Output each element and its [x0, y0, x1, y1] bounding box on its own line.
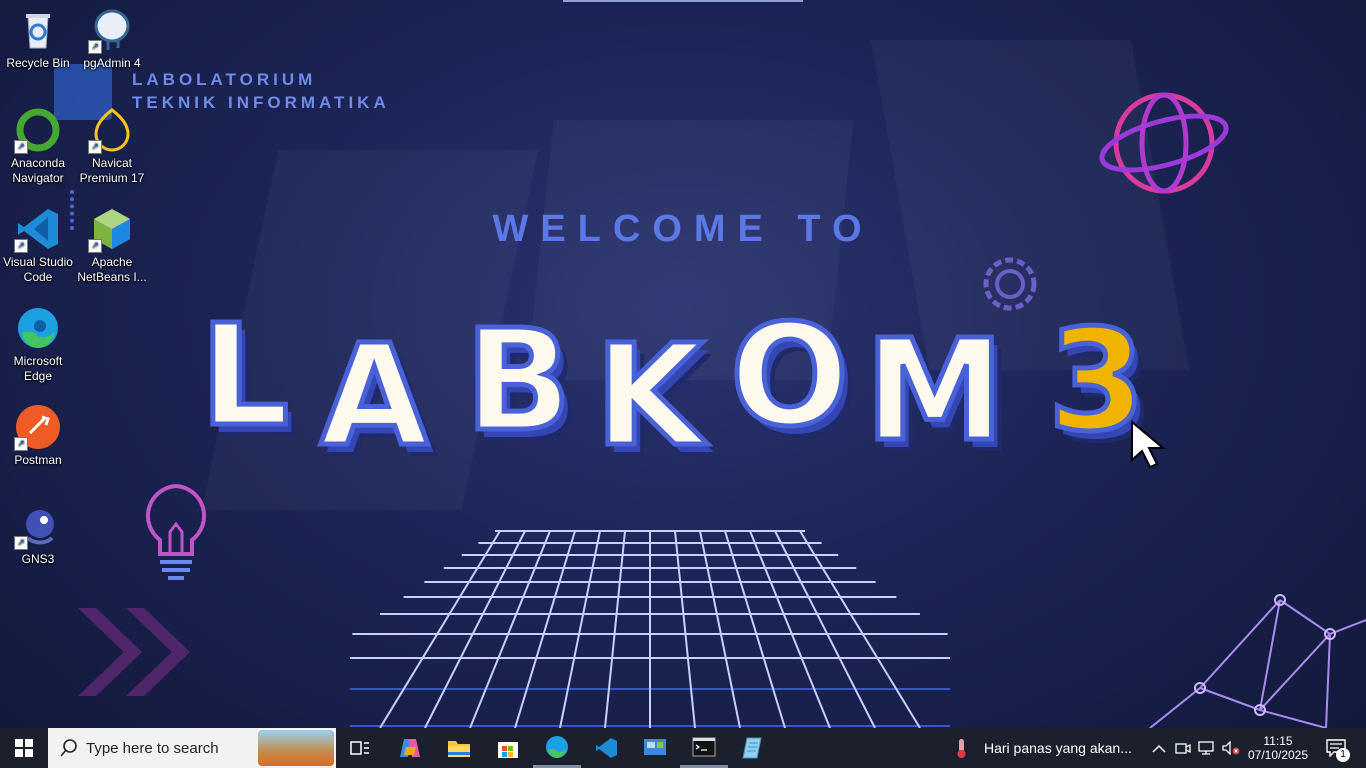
desktop-icon-label: Recycle Bin	[6, 56, 70, 70]
terminal-taskbar-button[interactable]	[680, 728, 728, 768]
clock[interactable]: 11:15 07/10/2025	[1244, 728, 1312, 768]
clock-time: 11:15	[1263, 734, 1293, 748]
file-explorer-button[interactable]	[435, 728, 483, 768]
edge-icon	[546, 735, 568, 758]
camera-icon	[1175, 743, 1191, 754]
letter-l: L	[197, 293, 291, 461]
grid-floor-decoration	[350, 530, 950, 728]
search-box[interactable]: Type here to search	[48, 728, 336, 768]
letter-b: B	[463, 298, 575, 466]
desktop-icon-gns3[interactable]: ↗ GNS3	[0, 502, 76, 567]
desktop-icon-navicat[interactable]: ↗ Navicat Premium 17	[74, 106, 150, 186]
meet-now-button[interactable]	[1172, 728, 1194, 768]
volume-muted-icon	[1222, 741, 1240, 755]
task-view-button[interactable]	[338, 728, 382, 768]
weather-text: Hari panas yang akan...	[984, 740, 1132, 756]
letter-a: A	[317, 313, 430, 481]
labkom-title: L A B K O M 3	[197, 293, 1180, 481]
shortcut-arrow-icon: ↗	[14, 437, 28, 451]
mouse-cursor-icon	[1131, 420, 1166, 469]
terminal-icon	[692, 737, 716, 756]
windows-logo-icon	[15, 739, 33, 757]
desktop-icon-postman[interactable]: ↗ Postman	[0, 403, 76, 468]
notepad-taskbar-button[interactable]	[729, 728, 777, 768]
show-hidden-icons-button[interactable]	[1148, 728, 1170, 768]
search-placeholder: Type here to search	[86, 739, 219, 757]
file-explorer-icon	[448, 741, 470, 757]
volume-button[interactable]	[1220, 728, 1242, 768]
letter-o: O	[727, 293, 851, 461]
copilot-icon	[400, 739, 420, 757]
top-accent-line	[563, 0, 803, 2]
welcome-heading: WELCOME TO	[492, 208, 874, 250]
desktop-icon-label: Postman	[14, 453, 62, 467]
globe-icon	[1099, 92, 1229, 194]
recycle-bin-icon	[14, 6, 62, 54]
search-icon	[60, 739, 77, 757]
start-button[interactable]	[0, 728, 48, 768]
desktop-icon-label: GNS3	[21, 552, 55, 566]
microsoft-store-button[interactable]	[484, 728, 532, 768]
shortcut-arrow-icon: ↗	[14, 140, 28, 154]
network-decoration	[1149, 594, 1366, 728]
lab-title-line2: TEKNIK INFORMATIKA	[132, 93, 390, 112]
thermometer-icon	[957, 739, 966, 758]
desktop-icon-anaconda[interactable]: ↗ Anaconda Navigator	[0, 106, 76, 186]
desktop-icon-label: Microsoft Edge	[13, 354, 63, 383]
edge-taskbar-button[interactable]	[533, 728, 581, 768]
network-icon	[1198, 741, 1214, 755]
lightbulb-icon	[145, 483, 207, 580]
desktop-icon-label: pgAdmin 4	[83, 56, 141, 70]
gns3-chameleon-icon: ↗	[14, 502, 62, 550]
clock-date: 07/10/2025	[1247, 748, 1309, 762]
desktop-icon-label: Anaconda Navigator	[10, 156, 66, 185]
network-button[interactable]	[1196, 728, 1218, 768]
copilot-button[interactable]	[386, 728, 434, 768]
lab-title-line1: LABOLATORIUM	[132, 70, 317, 89]
control-panel-taskbar-button[interactable]	[631, 728, 679, 768]
task-view-icon	[350, 741, 369, 755]
elephant-icon: ↗	[88, 6, 136, 54]
chevrons-decoration	[78, 608, 190, 696]
shortcut-arrow-icon: ↗	[14, 536, 28, 550]
desktop-icon-pgadmin[interactable]: ↗ pgAdmin 4	[74, 6, 150, 71]
vscode-taskbar-button[interactable]	[582, 728, 630, 768]
notification-badge: 1	[1336, 748, 1350, 762]
search-highlight-image	[258, 730, 334, 766]
grid-line	[604, 530, 626, 728]
shortcut-arrow-icon: ↗	[88, 140, 102, 154]
chevron-up-icon	[1152, 744, 1166, 753]
letter-k: K	[593, 313, 706, 481]
weather-widget[interactable]: Hari panas yang akan...	[952, 728, 1136, 768]
lab-title: LABOLATORIUM TEKNIK INFORMATIKA	[132, 68, 390, 114]
control-panel-icon	[644, 739, 666, 755]
navicat-icon: ↗	[88, 106, 136, 154]
gear-icon	[983, 257, 1037, 311]
vscode-icon	[596, 738, 617, 758]
anaconda-ring-icon: ↗	[14, 106, 62, 154]
desktop-icon-label: Apache NetBeans I...	[77, 255, 147, 284]
microsoft-store-icon	[498, 742, 518, 758]
postman-icon: ↗	[14, 403, 62, 451]
desktop-icon-label: Navicat Premium 17	[79, 156, 145, 185]
letter-m: M	[862, 308, 1006, 476]
edge-icon	[14, 304, 62, 352]
shortcut-arrow-icon: ↗	[88, 40, 102, 54]
desktop-icon-recycle-bin[interactable]: Recycle Bin	[0, 6, 76, 71]
desktop-icon-label: Visual Studio Code	[3, 255, 73, 284]
desktop-icon-edge[interactable]: Microsoft Edge	[0, 304, 76, 384]
taskbar: Type here to search Hari panas yang akan…	[0, 728, 1366, 768]
notepad-icon	[742, 737, 762, 759]
grid-line	[674, 530, 696, 728]
notification-center-button[interactable]: 1	[1316, 728, 1356, 768]
